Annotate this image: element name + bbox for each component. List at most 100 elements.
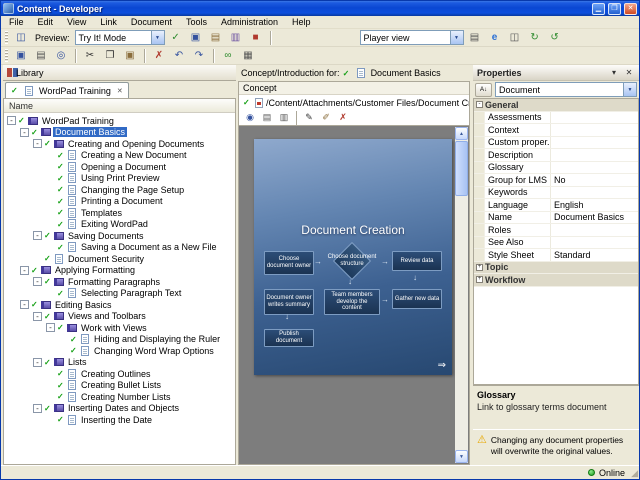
player-view-combobox[interactable]: Player view ▼ — [359, 30, 464, 45]
paste-icon[interactable]: ▣ — [121, 48, 139, 64]
property-value[interactable]: No — [551, 175, 638, 185]
menu-item-tools[interactable]: Tools — [179, 16, 214, 28]
property-row[interactable]: Context — [474, 124, 638, 137]
tree-item[interactable]: - ✓ Document Basics — [4, 127, 235, 139]
minimize-button[interactable]: ▁ — [592, 2, 605, 15]
sync-icon[interactable]: ↺ — [546, 30, 564, 46]
expand-icon[interactable]: + — [476, 263, 483, 271]
attachment-path-row[interactable]: ✓ /Content/Attachments/Customer Files/Do… — [239, 95, 469, 110]
tree-expander[interactable]: - — [20, 127, 29, 137]
tree-item[interactable]: - ✓ Editing Basics — [4, 299, 235, 311]
tree-item[interactable]: ✓ Document Security — [4, 253, 235, 265]
property-row[interactable]: Assessments — [474, 111, 638, 124]
tree-expander[interactable]: - — [33, 139, 42, 149]
tree-item[interactable]: ✓ Inserting the Date — [4, 414, 235, 426]
tree-item[interactable]: - ✓ Formatting Paragraphs — [4, 276, 235, 288]
delete-icon[interactable]: ✗ — [150, 48, 168, 64]
property-row[interactable]: Glossary — [474, 161, 638, 174]
property-row[interactable]: See Also — [474, 236, 638, 249]
tree-item[interactable]: ✓ Creating Bullet Lists — [4, 380, 235, 392]
chevron-down-icon[interactable]: ▼ — [623, 83, 636, 96]
tree-item[interactable]: ✓ Templates — [4, 207, 235, 219]
tree-item[interactable]: ✓ Saving a Document as a New File — [4, 242, 235, 254]
browser-preview-icon[interactable]: ◫ — [506, 30, 524, 46]
tree-item[interactable]: ✓ Selecting Paragraph Text — [4, 288, 235, 300]
tree-item[interactable]: - ✓ Lists — [4, 357, 235, 369]
tree-expander[interactable]: - — [20, 265, 29, 275]
menu-item-document[interactable]: Document — [124, 16, 179, 28]
scroll-down-icon[interactable]: ▼ — [455, 450, 468, 463]
undo-icon[interactable]: ↶ — [170, 48, 188, 64]
property-row[interactable]: Style Sheet Standard — [474, 249, 638, 262]
expand-icon[interactable]: + — [476, 276, 483, 284]
tree-item[interactable]: - ✓ Creating and Opening Documents — [4, 138, 235, 150]
print-attachment-icon[interactable]: ▥ — [276, 111, 292, 124]
tree-item[interactable]: ✓ Exiting WordPad — [4, 219, 235, 231]
properties-header[interactable]: Properties ▾ ✕ — [473, 65, 639, 81]
property-category-general[interactable]: - General — [474, 99, 638, 112]
property-row[interactable]: Roles — [474, 224, 638, 237]
try-it-check-icon[interactable]: ✓ — [167, 30, 185, 46]
tree-item[interactable]: ✓ Creating Outlines — [4, 368, 235, 380]
close-icon[interactable]: ✕ — [623, 67, 635, 79]
export-page-icon[interactable]: ▤ — [466, 30, 484, 46]
tree-item[interactable]: - ✓ Views and Toolbars — [4, 311, 235, 323]
print-mode-icon[interactable]: ▥ — [227, 30, 245, 46]
replace-attachment-icon[interactable]: ✐ — [318, 111, 334, 124]
internet-explorer-icon[interactable]: e — [486, 30, 504, 46]
resize-grip[interactable]: ◢ — [631, 469, 638, 478]
tab-close-icon[interactable]: ✕ — [117, 87, 123, 95]
assess-mode-icon[interactable]: ▤ — [207, 30, 225, 46]
menu-item-file[interactable]: File — [2, 16, 31, 28]
tree-item[interactable]: ✓ Hiding and Displaying the Ruler — [4, 334, 235, 346]
menu-item-view[interactable]: View — [60, 16, 93, 28]
property-row[interactable]: Language English — [474, 199, 638, 212]
scroll-up-icon[interactable]: ▲ — [455, 127, 468, 140]
tree-item[interactable]: - ✓ Work with Views — [4, 322, 235, 334]
tree-item[interactable]: ✓ Creating Number Lists — [4, 391, 235, 403]
property-category-workflow[interactable]: + Workflow — [474, 274, 638, 287]
library-header[interactable]: Library — [3, 65, 236, 81]
toolbar-grip[interactable] — [5, 31, 8, 44]
stop-preview-icon[interactable]: ■ — [247, 30, 265, 46]
refresh-icon[interactable]: ↻ — [526, 30, 544, 46]
tree-expander[interactable]: - — [7, 116, 16, 126]
preview-mode-combobox[interactable]: Try It! Mode ▼ — [74, 30, 165, 45]
save-icon[interactable]: ▣ — [12, 48, 30, 64]
menu-item-link[interactable]: Link — [93, 16, 124, 28]
properties-icon[interactable]: ▦ — [239, 48, 257, 64]
print-icon[interactable]: ▤ — [32, 48, 50, 64]
tree-item[interactable]: ✓ Changing the Page Setup — [4, 184, 235, 196]
tree-expander[interactable]: - — [33, 357, 42, 367]
chevron-down-icon[interactable]: ▼ — [150, 31, 164, 44]
close-button[interactable]: ✕ — [624, 2, 637, 15]
preview-mode-icon[interactable]: ◫ — [12, 30, 30, 46]
tree-expander[interactable]: - — [20, 300, 29, 310]
cut-icon[interactable]: ✂ — [81, 48, 99, 64]
tree-expander[interactable]: - — [33, 231, 42, 241]
tree-item[interactable]: ✓ Using Print Preview — [4, 173, 235, 185]
menu-item-help[interactable]: Help — [285, 16, 318, 28]
object-combobox[interactable]: Document ▼ — [495, 82, 637, 97]
open-attachment-icon[interactable]: ▤ — [259, 111, 275, 124]
tree-item[interactable]: ✓ Creating a New Document — [4, 150, 235, 162]
view-attachment-icon[interactable]: ◉ — [242, 111, 258, 124]
tree-item[interactable]: ✓ Printing a Document — [4, 196, 235, 208]
remove-attachment-icon[interactable]: ✗ — [335, 111, 351, 124]
property-row[interactable]: Group for LMS No — [474, 174, 638, 187]
collapse-icon[interactable]: - — [476, 101, 483, 109]
tree-item[interactable]: ✓ Opening a Document — [4, 161, 235, 173]
property-value[interactable]: English — [551, 200, 638, 210]
property-row[interactable]: Description — [474, 149, 638, 162]
chevron-down-icon[interactable]: ▼ — [449, 31, 463, 44]
property-row[interactable]: Name Document Basics — [474, 211, 638, 224]
property-value[interactable]: Document Basics — [551, 212, 638, 222]
tree-column-header[interactable]: Name — [4, 99, 235, 113]
tree-item[interactable]: - ✓ Saving Documents — [4, 230, 235, 242]
toolbar-grip[interactable] — [5, 49, 8, 62]
link-icon[interactable]: ∞ — [219, 48, 237, 64]
tree-expander[interactable]: - — [46, 323, 55, 333]
tree-item[interactable]: ✓ Changing Word Wrap Options — [4, 345, 235, 357]
tree-expander[interactable]: - — [33, 311, 42, 321]
sort-alphabetical-icon[interactable]: A↓ — [475, 82, 492, 97]
